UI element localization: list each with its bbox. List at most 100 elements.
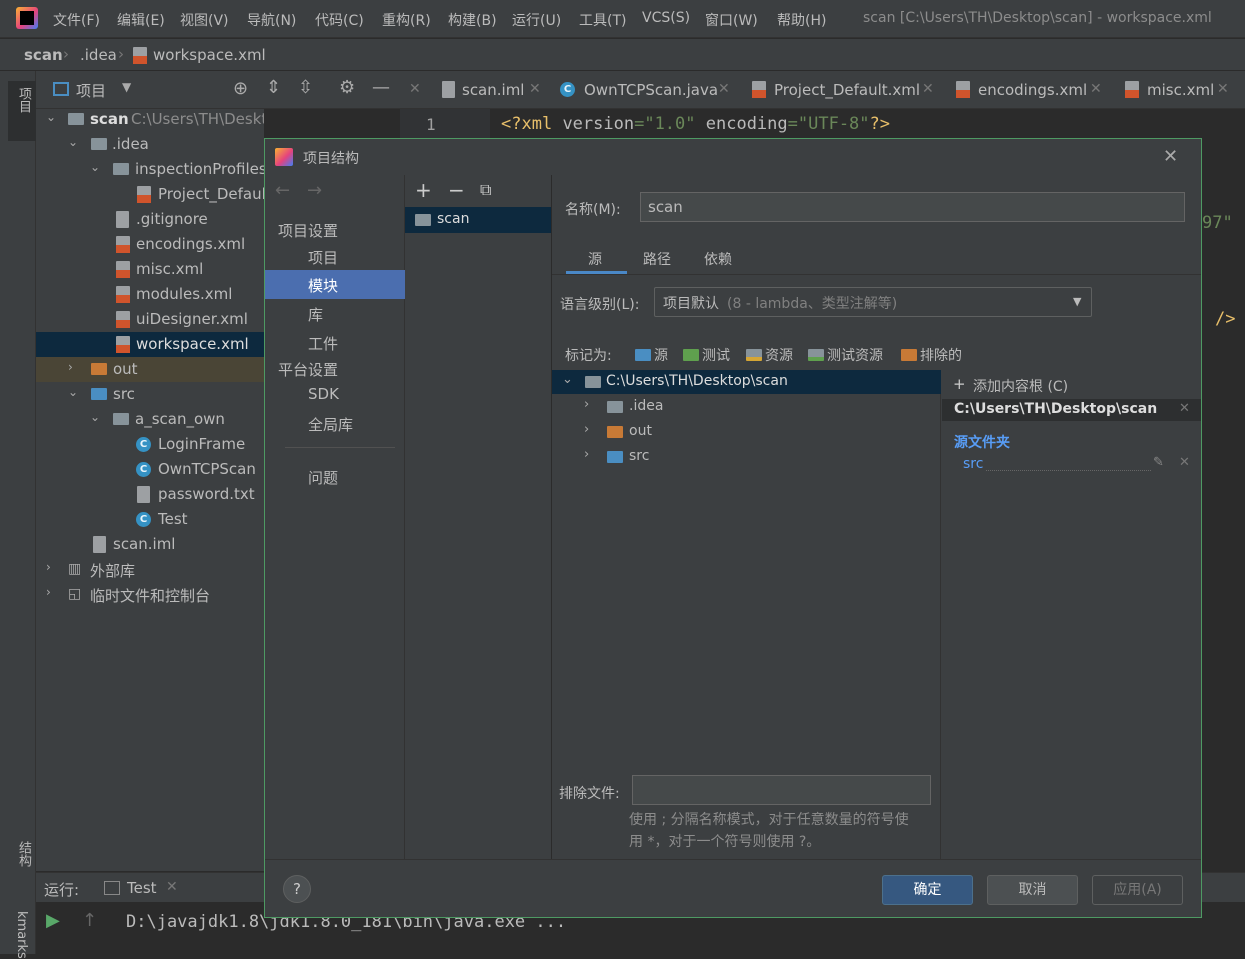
chevron-down-icon[interactable]: ⌄ — [562, 372, 573, 387]
breadcrumb-file[interactable]: workspace.xml — [153, 46, 266, 64]
module-name-field[interactable]: scan — [640, 192, 1185, 222]
tree-row-root[interactable]: ⌄ scan C:\Users\TH\Desktop\scan — [36, 107, 264, 132]
run-tab[interactable]: Test — [127, 879, 157, 897]
menu-file[interactable]: 文件(F) — [53, 10, 100, 30]
editor-tab[interactable]: Project_Default.xml — [774, 81, 920, 99]
chevron-right-icon[interactable]: › — [584, 397, 589, 412]
exclude-files-input[interactable] — [632, 775, 931, 805]
chevron-right-icon[interactable]: › — [46, 585, 51, 599]
close-icon[interactable]: ✕ — [409, 81, 421, 97]
breadcrumb-project[interactable]: scan — [24, 46, 63, 64]
apply-button[interactable]: 应用(A) — [1092, 875, 1183, 905]
nav-sdk[interactable]: SDK — [265, 380, 405, 409]
content-tree-root[interactable]: ⌄ C:\Users\TH\Desktop\scan — [552, 370, 941, 394]
chevron-right-icon[interactable]: › — [584, 422, 589, 437]
tree-row-selected[interactable]: workspace.xml — [36, 332, 264, 357]
content-tree-item[interactable]: › src — [552, 445, 941, 469]
mark-sources-button[interactable]: 源 — [635, 345, 668, 365]
tree-row[interactable]: C LoginFrame — [36, 432, 264, 457]
nav-artifacts[interactable]: 工件 — [265, 328, 405, 357]
menu-window[interactable]: 窗口(W) — [705, 10, 758, 30]
source-folder-entry[interactable]: src — [963, 456, 983, 472]
tab-sources[interactable]: 源 — [588, 249, 602, 269]
mark-resources-button[interactable]: 资源 — [746, 345, 793, 365]
tree-row[interactable]: encodings.xml — [36, 232, 264, 257]
menu-view[interactable]: 视图(V) — [180, 10, 229, 30]
collapse-all-icon[interactable]: ⇳ — [298, 77, 313, 98]
project-tool-tab[interactable]: 项目 — [8, 81, 36, 141]
cancel-button[interactable]: 取消 — [987, 875, 1078, 905]
close-icon[interactable]: ✕ — [166, 879, 178, 895]
tree-row[interactable]: password.txt — [36, 482, 264, 507]
structure-tool-label[interactable]: 结构 — [14, 841, 33, 867]
back-arrow-icon[interactable]: ← — [275, 180, 290, 201]
editor-tab[interactable]: scan.iml — [462, 81, 524, 99]
tree-row[interactable]: ⌄ src — [36, 382, 264, 407]
content-tree-item[interactable]: › out — [552, 420, 941, 444]
tree-row[interactable]: Project_Defaul — [36, 182, 264, 207]
tree-row[interactable]: › out — [36, 357, 264, 382]
tree-row[interactable]: › ◱ 临时文件和控制台 — [36, 582, 264, 607]
chevron-down-icon[interactable]: ⌄ — [90, 410, 100, 424]
nav-project[interactable]: 项目 — [265, 242, 405, 271]
close-icon[interactable]: ✕ — [922, 81, 934, 97]
chevron-right-icon[interactable]: › — [68, 360, 73, 374]
menu-code[interactable]: 代码(C) — [315, 10, 364, 30]
menu-edit[interactable]: 编辑(E) — [117, 10, 165, 30]
forward-arrow-icon[interactable]: → — [307, 180, 322, 201]
tree-row[interactable]: ⌄ inspectionProfiles — [36, 157, 264, 182]
nav-problems[interactable]: 问题 — [265, 462, 405, 491]
chevron-down-icon[interactable]: ⌄ — [90, 160, 100, 174]
editor-tab[interactable]: encodings.xml — [978, 81, 1087, 99]
close-icon[interactable]: ✕ — [1179, 455, 1190, 470]
tree-row[interactable]: .gitignore — [36, 207, 264, 232]
tab-paths[interactable]: 路径 — [643, 249, 671, 269]
menu-run[interactable]: 运行(U) — [512, 10, 561, 30]
add-icon[interactable]: + — [415, 178, 432, 202]
copy-icon[interactable]: ⧉ — [480, 180, 491, 200]
editor-tab[interactable]: misc.xml — [1147, 81, 1214, 99]
chevron-right-icon[interactable]: › — [584, 447, 589, 462]
nav-global-libraries[interactable]: 全局库 — [265, 409, 405, 438]
menu-refactor[interactable]: 重构(R) — [382, 10, 431, 30]
breadcrumb-folder[interactable]: .idea — [80, 46, 117, 64]
help-button[interactable]: ? — [283, 875, 311, 903]
arrow-up-icon[interactable]: ↑ — [82, 910, 97, 931]
tree-row[interactable]: C OwnTCPScan — [36, 457, 264, 482]
chevron-right-icon[interactable]: › — [46, 560, 51, 574]
ok-button[interactable]: 确定 — [882, 875, 973, 905]
mark-test-resources-button[interactable]: 测试资源 — [808, 345, 883, 365]
menu-build[interactable]: 构建(B) — [448, 10, 497, 30]
chevron-down-icon[interactable]: ▼ — [122, 80, 131, 94]
chevron-down-icon[interactable]: ⌄ — [68, 135, 78, 149]
tree-row[interactable]: misc.xml — [36, 257, 264, 282]
gear-icon[interactable]: ⚙ — [339, 77, 355, 98]
tab-dependencies[interactable]: 依赖 — [704, 249, 732, 269]
project-panel-title[interactable]: 项目 — [76, 80, 106, 101]
menu-vcs[interactable]: VCS(S) — [642, 10, 690, 26]
close-icon[interactable]: ✕ — [1163, 146, 1178, 167]
menu-help[interactable]: 帮助(H) — [777, 10, 826, 30]
mark-tests-button[interactable]: 测试 — [683, 345, 730, 365]
tree-row[interactable]: C Test — [36, 507, 264, 532]
nav-modules[interactable]: 模块 — [265, 270, 405, 299]
close-icon[interactable]: ✕ — [1179, 401, 1190, 416]
minimize-icon[interactable]: — — [372, 77, 390, 98]
run-icon[interactable]: ▶ — [46, 910, 60, 931]
tree-row[interactable]: uiDesigner.xml — [36, 307, 264, 332]
tree-row[interactable]: ⌄ .idea — [36, 132, 264, 157]
close-icon[interactable]: ✕ — [1090, 81, 1102, 97]
menu-navigate[interactable]: 导航(N) — [247, 10, 296, 30]
chevron-down-icon[interactable]: ⌄ — [46, 110, 56, 124]
tree-row[interactable]: ⌄ a_scan_own — [36, 407, 264, 432]
nav-libraries[interactable]: 库 — [265, 299, 405, 328]
close-icon[interactable]: ✕ — [718, 81, 730, 97]
locate-icon[interactable]: ⊕ — [233, 78, 248, 99]
expand-all-icon[interactable]: ⇕ — [266, 77, 281, 98]
tree-row[interactable]: scan.iml — [36, 532, 264, 557]
close-icon[interactable]: ✕ — [529, 81, 541, 97]
menu-tools[interactable]: 工具(T) — [579, 10, 626, 30]
bookmarks-tool-label[interactable]: kmarks — [14, 911, 29, 959]
tree-row[interactable]: modules.xml — [36, 282, 264, 307]
chevron-down-icon[interactable]: ⌄ — [68, 385, 78, 399]
